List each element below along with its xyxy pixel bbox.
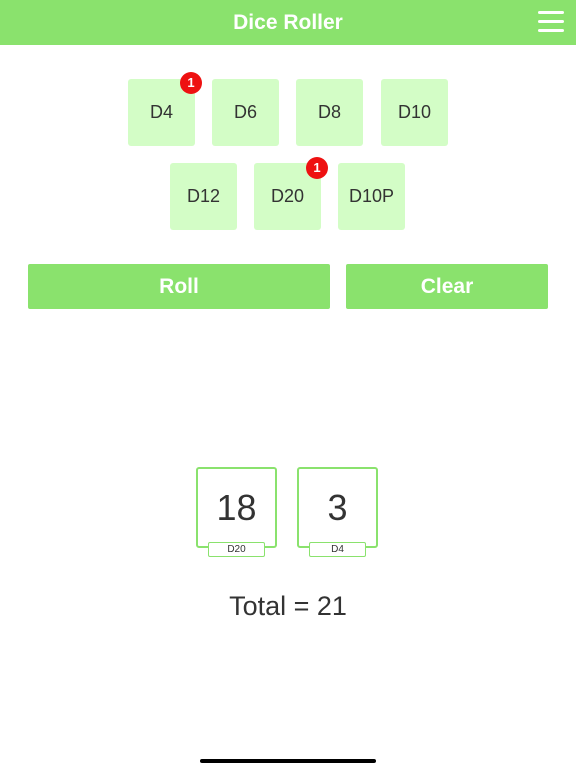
result-die-label: D20 [208, 542, 265, 557]
die-label: D6 [233, 102, 257, 122]
die-label: D12 [186, 186, 221, 206]
clear-button[interactable]: Clear [346, 264, 548, 309]
die-button-d10p[interactable]: D10P [338, 163, 405, 230]
result-value: 3 [327, 487, 348, 528]
roll-button[interactable]: Roll [28, 264, 330, 309]
clear-button-label: Clear [420, 274, 474, 298]
navigation-bar: Dice Roller [0, 0, 576, 45]
die-label: D10 [397, 102, 432, 122]
die-label: D20 [270, 186, 305, 206]
die-button-d12[interactable]: D12 [170, 163, 237, 230]
roll-button-label: Roll [159, 274, 199, 298]
die-label: D4 [149, 102, 173, 122]
die-label: D8 [317, 102, 341, 122]
app-title: Dice Roller [233, 11, 343, 34]
hamburger-menu-icon[interactable] [538, 11, 564, 33]
d20-count-badge: 1 [306, 157, 328, 179]
die-button-d8[interactable]: D8 [296, 79, 363, 146]
result-card-d20: 18 [196, 467, 277, 548]
d4-count-badge: 1 [180, 72, 202, 94]
result-value: 18 [216, 487, 257, 528]
home-indicator[interactable] [200, 759, 376, 763]
die-label: D10P [348, 186, 395, 206]
die-button-d6[interactable]: D6 [212, 79, 279, 146]
dice-roller-app: Dice Roller D4 1 D6 D8 D10 D12 D20 1 D10… [0, 0, 576, 768]
die-button-d10[interactable]: D10 [381, 79, 448, 146]
result-card-d4: 3 [297, 467, 378, 548]
result-die-label: D4 [309, 542, 366, 557]
total-sum: Total = 21 [229, 591, 347, 621]
